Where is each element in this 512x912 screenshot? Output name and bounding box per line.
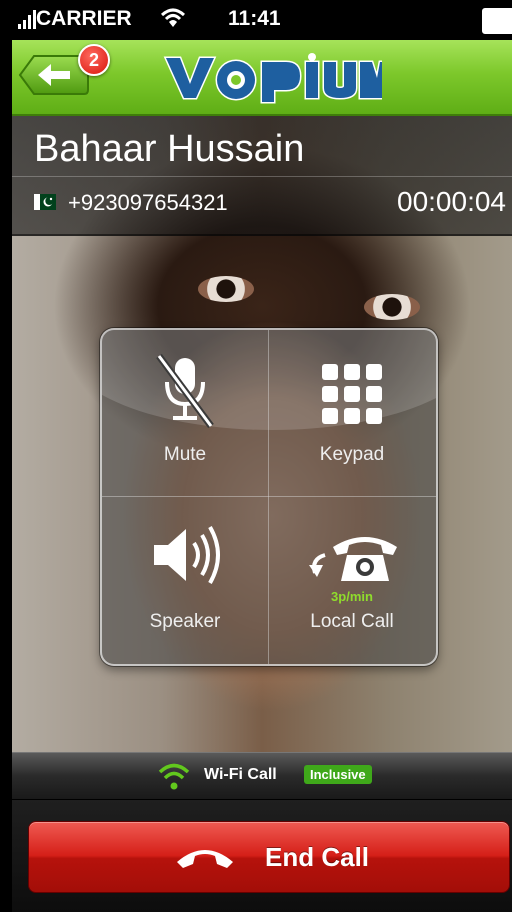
call-duration: 00:00:04 [397,186,506,217]
inclusive-badge: Inclusive [304,765,372,784]
end-call-button[interactable]: End Call [28,821,510,893]
connection-status-bar: Wi-Fi Call Inclusive [12,752,512,800]
call-screen: CARRIER 11:41 2 Bahaar Hussain +92309765… [12,0,512,912]
status-bar: CARRIER 11:41 [12,0,512,40]
speaker-button[interactable]: Speaker [102,497,268,663]
notification-badge: 2 [78,44,110,76]
photo-left-eye [198,276,254,302]
local-call-button[interactable]: 3p/min Local Call [269,497,435,663]
contact-bottom-line [12,234,512,236]
wifi-status-icon [160,8,186,27]
microphone-muted-icon [156,353,214,429]
pakistan-flag-icon [34,194,56,210]
keypad-label: Keypad [319,444,385,465]
signal-strength-icon [18,10,36,29]
local-call-label: Local Call [310,611,394,632]
bottom-area: End Call [12,800,512,912]
mute-button[interactable]: Mute [102,330,268,496]
contact-phone-number: +923097654321 [68,190,228,215]
battery-icon [482,8,512,34]
speaker-icon [154,526,220,584]
wifi-call-icon [158,763,190,790]
carrier-name: CARRIER [36,7,132,30]
vopium-logo [163,53,382,104]
call-controls-panel: Mute Keypad Speaker 3p/min Local Call [100,328,438,666]
local-call-rate: 3p/min [331,589,373,604]
hang-up-icon [177,850,233,868]
status-time: 11:41 [228,7,281,30]
contact-info-bar: Bahaar Hussain +923097654321 00:00:04 [12,116,512,236]
keypad-button[interactable]: Keypad [269,330,435,496]
keypad-icon [322,364,382,424]
speaker-label: Speaker [149,611,221,632]
contact-divider [12,176,512,177]
local-call-phone-icon [309,537,397,581]
photo-right-eye [364,294,420,320]
navigation-bar: 2 [12,40,512,116]
wifi-call-label: Wi-Fi Call [204,766,277,783]
mute-label: Mute [163,444,207,465]
end-call-label: End Call [265,842,370,872]
contact-name: Bahaar Hussain [34,128,305,170]
